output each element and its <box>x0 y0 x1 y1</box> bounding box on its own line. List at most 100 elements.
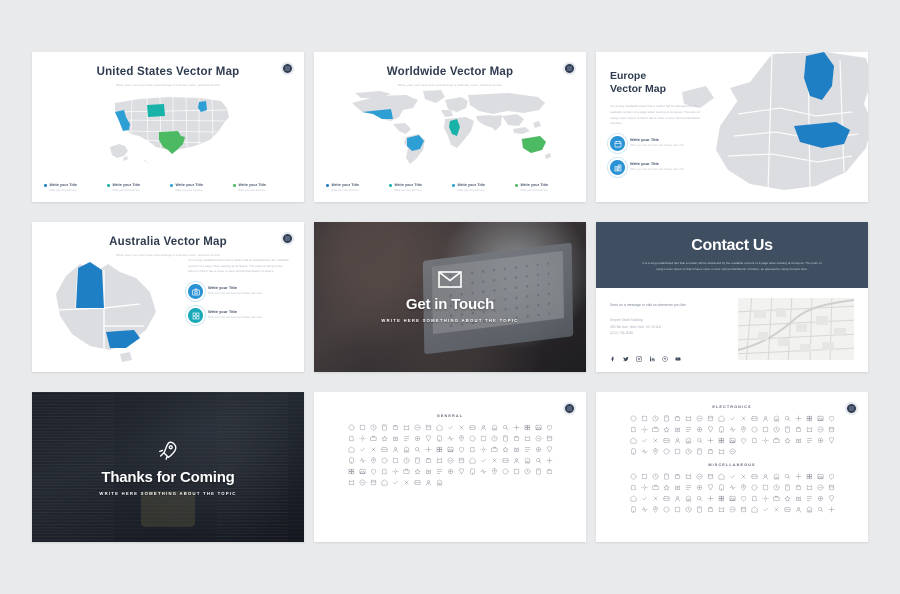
icon-cell[interactable] <box>772 436 780 444</box>
icon-cell[interactable] <box>457 423 465 431</box>
icon-cell[interactable] <box>673 436 681 444</box>
slide-icons-electronics-misc[interactable]: ELECTRONICS MISCELLANEOUS <box>596 392 868 542</box>
legend-item[interactable]: Write your Title Write your own text her… <box>325 183 386 193</box>
icon-cell[interactable] <box>706 494 714 502</box>
icon-cell[interactable] <box>805 414 813 422</box>
slide-australia-vector-map[interactable]: Australia Vector Map Write your own text… <box>32 222 304 372</box>
icon-cell[interactable] <box>695 447 703 455</box>
instagram-icon[interactable] <box>636 349 642 367</box>
icon-cell[interactable] <box>706 472 714 480</box>
icon-cell[interactable] <box>662 447 670 455</box>
icon-cell[interactable] <box>761 436 769 444</box>
icon-cell[interactable] <box>380 456 388 464</box>
icon-cell[interactable] <box>695 436 703 444</box>
icon-cell[interactable] <box>446 434 454 442</box>
icon-grid-miscellaneous[interactable] <box>596 472 868 513</box>
slide-worldwide-vector-map[interactable]: Worldwide Vector Map Write your own text… <box>314 52 586 202</box>
icon-cell[interactable] <box>684 483 692 491</box>
icon-cell[interactable] <box>629 505 637 513</box>
icon-cell[interactable] <box>827 483 835 491</box>
icon-cell[interactable] <box>545 445 553 453</box>
icon-cell[interactable] <box>761 505 769 513</box>
icon-cell[interactable] <box>794 425 802 433</box>
icon-cell[interactable] <box>684 414 692 422</box>
icon-cell[interactable] <box>772 505 780 513</box>
icon-cell[interactable] <box>402 467 410 475</box>
icon-cell[interactable] <box>673 505 681 513</box>
icon-cell[interactable] <box>391 434 399 442</box>
icon-cell[interactable] <box>468 467 476 475</box>
icon-cell[interactable] <box>827 414 835 422</box>
icon-cell[interactable] <box>545 434 553 442</box>
icon-cell[interactable] <box>684 447 692 455</box>
icon-cell[interactable] <box>501 456 509 464</box>
icon-cell[interactable] <box>783 494 791 502</box>
icon-cell[interactable] <box>805 425 813 433</box>
legend-item[interactable]: Write your Title Write your own text her… <box>514 183 575 193</box>
icon-cell[interactable] <box>369 423 377 431</box>
icon-cell[interactable] <box>523 434 531 442</box>
icon-cell[interactable] <box>369 434 377 442</box>
icon-cell[interactable] <box>673 414 681 422</box>
icon-cell[interactable] <box>651 483 659 491</box>
icon-cell[interactable] <box>490 467 498 475</box>
icon-cell[interactable] <box>501 423 509 431</box>
icon-cell[interactable] <box>413 456 421 464</box>
icon-cell[interactable] <box>695 414 703 422</box>
icon-cell[interactable] <box>739 436 747 444</box>
icon-cell[interactable] <box>391 456 399 464</box>
icon-cell[interactable] <box>413 434 421 442</box>
icon-cell[interactable] <box>435 434 443 442</box>
icon-cell[interactable] <box>501 434 509 442</box>
icon-cell[interactable] <box>446 467 454 475</box>
icon-cell[interactable] <box>534 467 542 475</box>
icon-cell[interactable] <box>761 494 769 502</box>
icon-cell[interactable] <box>651 447 659 455</box>
icon-cell[interactable] <box>640 414 648 422</box>
icon-cell[interactable] <box>827 436 835 444</box>
icon-cell[interactable] <box>750 414 758 422</box>
icon-cell[interactable] <box>512 423 520 431</box>
icon-cell[interactable] <box>424 478 432 486</box>
icon-cell[interactable] <box>640 505 648 513</box>
icon-cell[interactable] <box>640 483 648 491</box>
icon-cell[interactable] <box>523 423 531 431</box>
icon-cell[interactable] <box>534 434 542 442</box>
icon-cell[interactable] <box>750 505 758 513</box>
icon-cell[interactable] <box>347 456 355 464</box>
icon-cell[interactable] <box>413 467 421 475</box>
icon-cell[interactable] <box>629 425 637 433</box>
icon-cell[interactable] <box>457 434 465 442</box>
icon-cell[interactable] <box>816 494 824 502</box>
icon-cell[interactable] <box>651 425 659 433</box>
icon-cell[interactable] <box>358 467 366 475</box>
feature-item[interactable]: Write your Title Write your own text her… <box>610 136 702 152</box>
icon-cell[interactable] <box>794 505 802 513</box>
icon-cell[interactable] <box>684 494 692 502</box>
icon-cell[interactable] <box>794 414 802 422</box>
icon-cell[interactable] <box>794 472 802 480</box>
icon-cell[interactable] <box>640 472 648 480</box>
icon-cell[interactable] <box>512 467 520 475</box>
icon-cell[interactable] <box>728 414 736 422</box>
icon-cell[interactable] <box>523 456 531 464</box>
icon-cell[interactable] <box>783 483 791 491</box>
icon-cell[interactable] <box>662 425 670 433</box>
icon-cell[interactable] <box>761 414 769 422</box>
icon-cell[interactable] <box>739 494 747 502</box>
icon-cell[interactable] <box>640 447 648 455</box>
icon-cell[interactable] <box>402 445 410 453</box>
icon-cell[interactable] <box>424 467 432 475</box>
legend-item[interactable]: Write your Title Write your own text her… <box>43 183 104 193</box>
icon-cell[interactable] <box>684 472 692 480</box>
pinterest-icon[interactable] <box>662 349 668 367</box>
icon-cell[interactable] <box>728 505 736 513</box>
icon-cell[interactable] <box>728 494 736 502</box>
icon-cell[interactable] <box>512 445 520 453</box>
twitter-icon[interactable] <box>623 349 629 367</box>
icon-cell[interactable] <box>369 456 377 464</box>
feature-item[interactable]: Write your Title Write your own text her… <box>188 284 292 300</box>
icon-cell[interactable] <box>673 472 681 480</box>
legend-item[interactable]: Write your Title Write your own text her… <box>232 183 293 193</box>
icon-cell[interactable] <box>673 425 681 433</box>
